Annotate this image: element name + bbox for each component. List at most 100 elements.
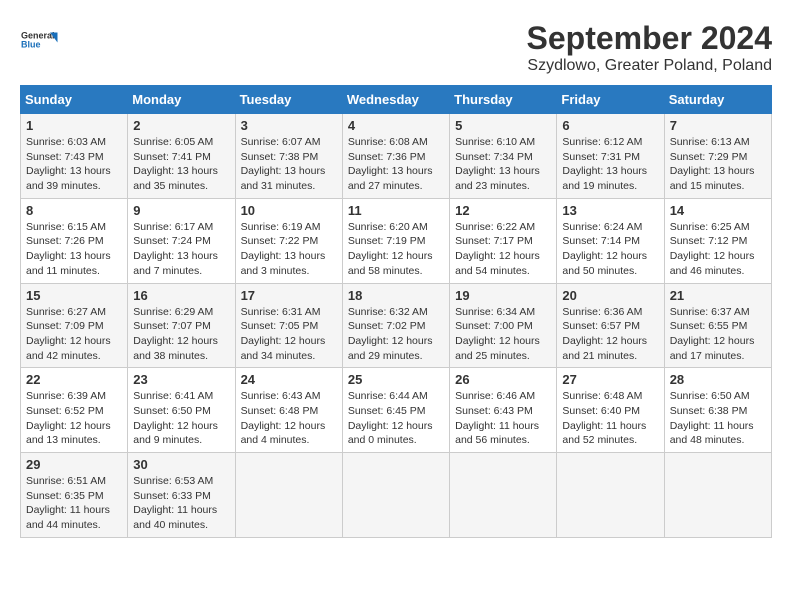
daylight-text: Daylight: 12 hours and 9 minutes. [133, 420, 218, 447]
sunset-text: Sunset: 6:55 PM [670, 320, 748, 332]
daylight-text: Daylight: 12 hours and 0 minutes. [348, 420, 433, 447]
day-info: Sunrise: 6:50 AM Sunset: 6:38 PM Daylight:… [670, 389, 766, 448]
daylight-text: Daylight: 12 hours and 38 minutes. [133, 335, 218, 362]
daylight-text: Daylight: 11 hours and 48 minutes. [670, 420, 754, 447]
daylight-text: Daylight: 12 hours and 25 minutes. [455, 335, 540, 362]
sunset-text: Sunset: 6:52 PM [26, 405, 104, 417]
month-year-title: September 2024 [527, 20, 772, 57]
sunrise-text: Sunrise: 6:24 AM [562, 221, 642, 233]
day-number: 17 [241, 288, 337, 303]
sunset-text: Sunset: 6:33 PM [133, 490, 211, 502]
day-number: 4 [348, 118, 444, 133]
day-number: 13 [562, 203, 658, 218]
day-info: Sunrise: 6:03 AMSunset: 7:43 PMDaylight:… [26, 135, 122, 194]
col-monday: Monday [128, 86, 235, 114]
daylight-text: Daylight: 13 hours and 19 minutes. [562, 165, 647, 192]
calendar-cell: 16Sunrise: 6:29 AMSunset: 7:07 PMDayligh… [128, 283, 235, 368]
day-info: Sunrise: 6:29 AM Sunset: 7:07 PM Daylight:… [133, 305, 229, 364]
sunrise-text: Sunrise: 6:07 AM [241, 136, 321, 148]
daylight-text: Daylight: 12 hours and 13 minutes. [26, 420, 111, 447]
sunrise-text: Sunrise: 6:48 AM [562, 390, 642, 402]
sunset-text: Sunset: 7:22 PM [241, 235, 319, 247]
calendar-cell [664, 453, 771, 538]
calendar-cell [450, 453, 557, 538]
sunrise-text: Sunrise: 6:15 AM [26, 221, 106, 233]
sunrise-text: Sunrise: 6:17 AM [133, 221, 213, 233]
day-number: 8 [26, 203, 122, 218]
day-info: Sunrise: 6:19 AMSunset: 7:22 PMDaylight:… [241, 220, 337, 279]
calendar-cell: 17 Sunrise: 6:31 AMSunset: 7:05 PMDayligh… [235, 283, 342, 368]
calendar-week-2: 8Sunrise: 6:15 AMSunset: 7:26 PMDaylight… [21, 198, 772, 283]
title-area: September 2024 Szydlowo, Greater Poland,… [527, 20, 772, 75]
day-number: 5 [455, 118, 551, 133]
daylight-text: Daylight: 13 hours and 31 minutes. [241, 165, 326, 192]
sunrise-text: Sunrise: 6:46 AM [455, 390, 535, 402]
daylight-text: Daylight: 12 hours and 58 minutes. [348, 250, 433, 277]
day-number: 6 [562, 118, 658, 133]
sunrise-text: Sunrise: 6:12 AM [562, 136, 642, 148]
calendar-cell: 29Sunrise: 6:51 AMSunset: 6:35 PMDayligh… [21, 453, 128, 538]
sunrise-text: Sunrise: 6:34 AM [455, 306, 535, 318]
calendar-cell: 13Sunrise: 6:24 AMSunset: 7:14 PMDayligh… [557, 198, 664, 283]
sunset-text: Sunset: 6:45 PM [348, 405, 426, 417]
sunset-text: Sunset: 6:38 PM [670, 405, 748, 417]
col-saturday: Saturday [664, 86, 771, 114]
calendar-cell: 26Sunrise: 6:46 AMSunset: 6:43 PMDayligh… [450, 368, 557, 453]
calendar-cell: 28 Sunrise: 6:50 AM Sunset: 6:38 PM Dayligh… [664, 368, 771, 453]
calendar-cell: 8Sunrise: 6:15 AMSunset: 7:26 PMDaylight… [21, 198, 128, 283]
sunset-text: Sunset: 6:40 PM [562, 405, 640, 417]
day-info: Sunrise: 6:08 AMSunset: 7:36 PMDaylight:… [348, 135, 444, 194]
day-number: 20 [562, 288, 658, 303]
day-number: 9 [133, 203, 229, 218]
sunset-text: Sunset: 7:14 PM [562, 235, 640, 247]
day-number: 12 [455, 203, 551, 218]
sunset-text: Sunset: 7:02 PM [348, 320, 426, 332]
daylight-text: Daylight: 12 hours and 54 minutes. [455, 250, 540, 277]
day-number: 19 [455, 288, 551, 303]
calendar-cell: 7Sunrise: 6:13 AMSunset: 7:29 PMDaylight… [664, 114, 771, 199]
sunset-text: Sunset: 7:07 PM [133, 320, 211, 332]
calendar-cell: 12Sunrise: 6:22 AMSunset: 7:17 PMDayligh… [450, 198, 557, 283]
day-number: 28 [670, 372, 766, 387]
daylight-text: Daylight: 11 hours and 44 minutes. [26, 504, 110, 531]
day-info: Sunrise: 6:51 AMSunset: 6:35 PMDaylight:… [26, 474, 122, 533]
sunrise-text: Sunrise: 6:03 AM [26, 136, 106, 148]
sunset-text: Sunset: 7:31 PM [562, 151, 640, 163]
day-number: 10 [241, 203, 337, 218]
sunset-text: Sunset: 7:17 PM [455, 235, 533, 247]
day-info: Sunrise: 6:53 AMSunset: 6:33 PMDaylight:… [133, 474, 229, 533]
calendar-cell: 30Sunrise: 6:53 AMSunset: 6:33 PMDayligh… [128, 453, 235, 538]
sunrise-text: Sunrise: 6:53 AM [133, 475, 213, 487]
calendar-cell: 24Sunrise: 6:43 AMSunset: 6:48 PMDayligh… [235, 368, 342, 453]
day-info: Sunrise: 6:34 AMSunset: 7:00 PMDaylight:… [455, 305, 551, 364]
calendar-cell: 20Sunrise: 6:36 AMSunset: 6:57 PMDayligh… [557, 283, 664, 368]
day-number: 22 [26, 372, 122, 387]
sunset-text: Sunset: 7:24 PM [133, 235, 211, 247]
calendar-cell: 1Sunrise: 6:03 AMSunset: 7:43 PMDaylight… [21, 114, 128, 199]
sunrise-text: Sunrise: 6:29 AM [133, 306, 213, 318]
calendar-cell: 3Sunrise: 6:07 AMSunset: 7:38 PMDaylight… [235, 114, 342, 199]
location-subtitle: Szydlowo, Greater Poland, Poland [527, 57, 772, 75]
daylight-text: Daylight: 12 hours and 46 minutes. [670, 250, 755, 277]
calendar-cell: 5Sunrise: 6:10 AMSunset: 7:34 PMDaylight… [450, 114, 557, 199]
calendar-header-row: Sunday Monday Tuesday Wednesday Thursday… [21, 86, 772, 114]
day-number: 15 [26, 288, 122, 303]
sunrise-text: Sunrise: 6:50 AM [670, 390, 750, 402]
day-info: Sunrise: 6:31 AMSunset: 7:05 PMDaylight:… [241, 305, 337, 364]
day-number: 23 [133, 372, 229, 387]
calendar-cell: 19 Sunrise: 6:34 AMSunset: 7:00 PMDayligh… [450, 283, 557, 368]
day-info: Sunrise: 6:17 AMSunset: 7:24 PMDaylight:… [133, 220, 229, 279]
sunrise-text: Sunrise: 6:37 AM [670, 306, 750, 318]
col-friday: Friday [557, 86, 664, 114]
calendar-cell: 21Sunrise: 6:37 AMSunset: 6:55 PMDayligh… [664, 283, 771, 368]
day-info: Sunrise: 6:32 AMSunset: 7:02 PMDaylight:… [348, 305, 444, 364]
daylight-text: Daylight: 13 hours and 27 minutes. [348, 165, 433, 192]
col-tuesday: Tuesday [235, 86, 342, 114]
day-number: 21 [670, 288, 766, 303]
daylight-text: Daylight: 12 hours and 4 minutes. [241, 420, 326, 447]
calendar-cell: 15Sunrise: 6:27 AMSunset: 7:09 PMDayligh… [21, 283, 128, 368]
sunset-text: Sunset: 6:50 PM [133, 405, 211, 417]
day-info: Sunrise: 6:44 AMSunset: 6:45 PMDaylight:… [348, 389, 444, 448]
day-info: Sunrise: 6:12 AM Sunset: 7:31 PM Daylight:… [562, 135, 658, 194]
calendar-cell [235, 453, 342, 538]
